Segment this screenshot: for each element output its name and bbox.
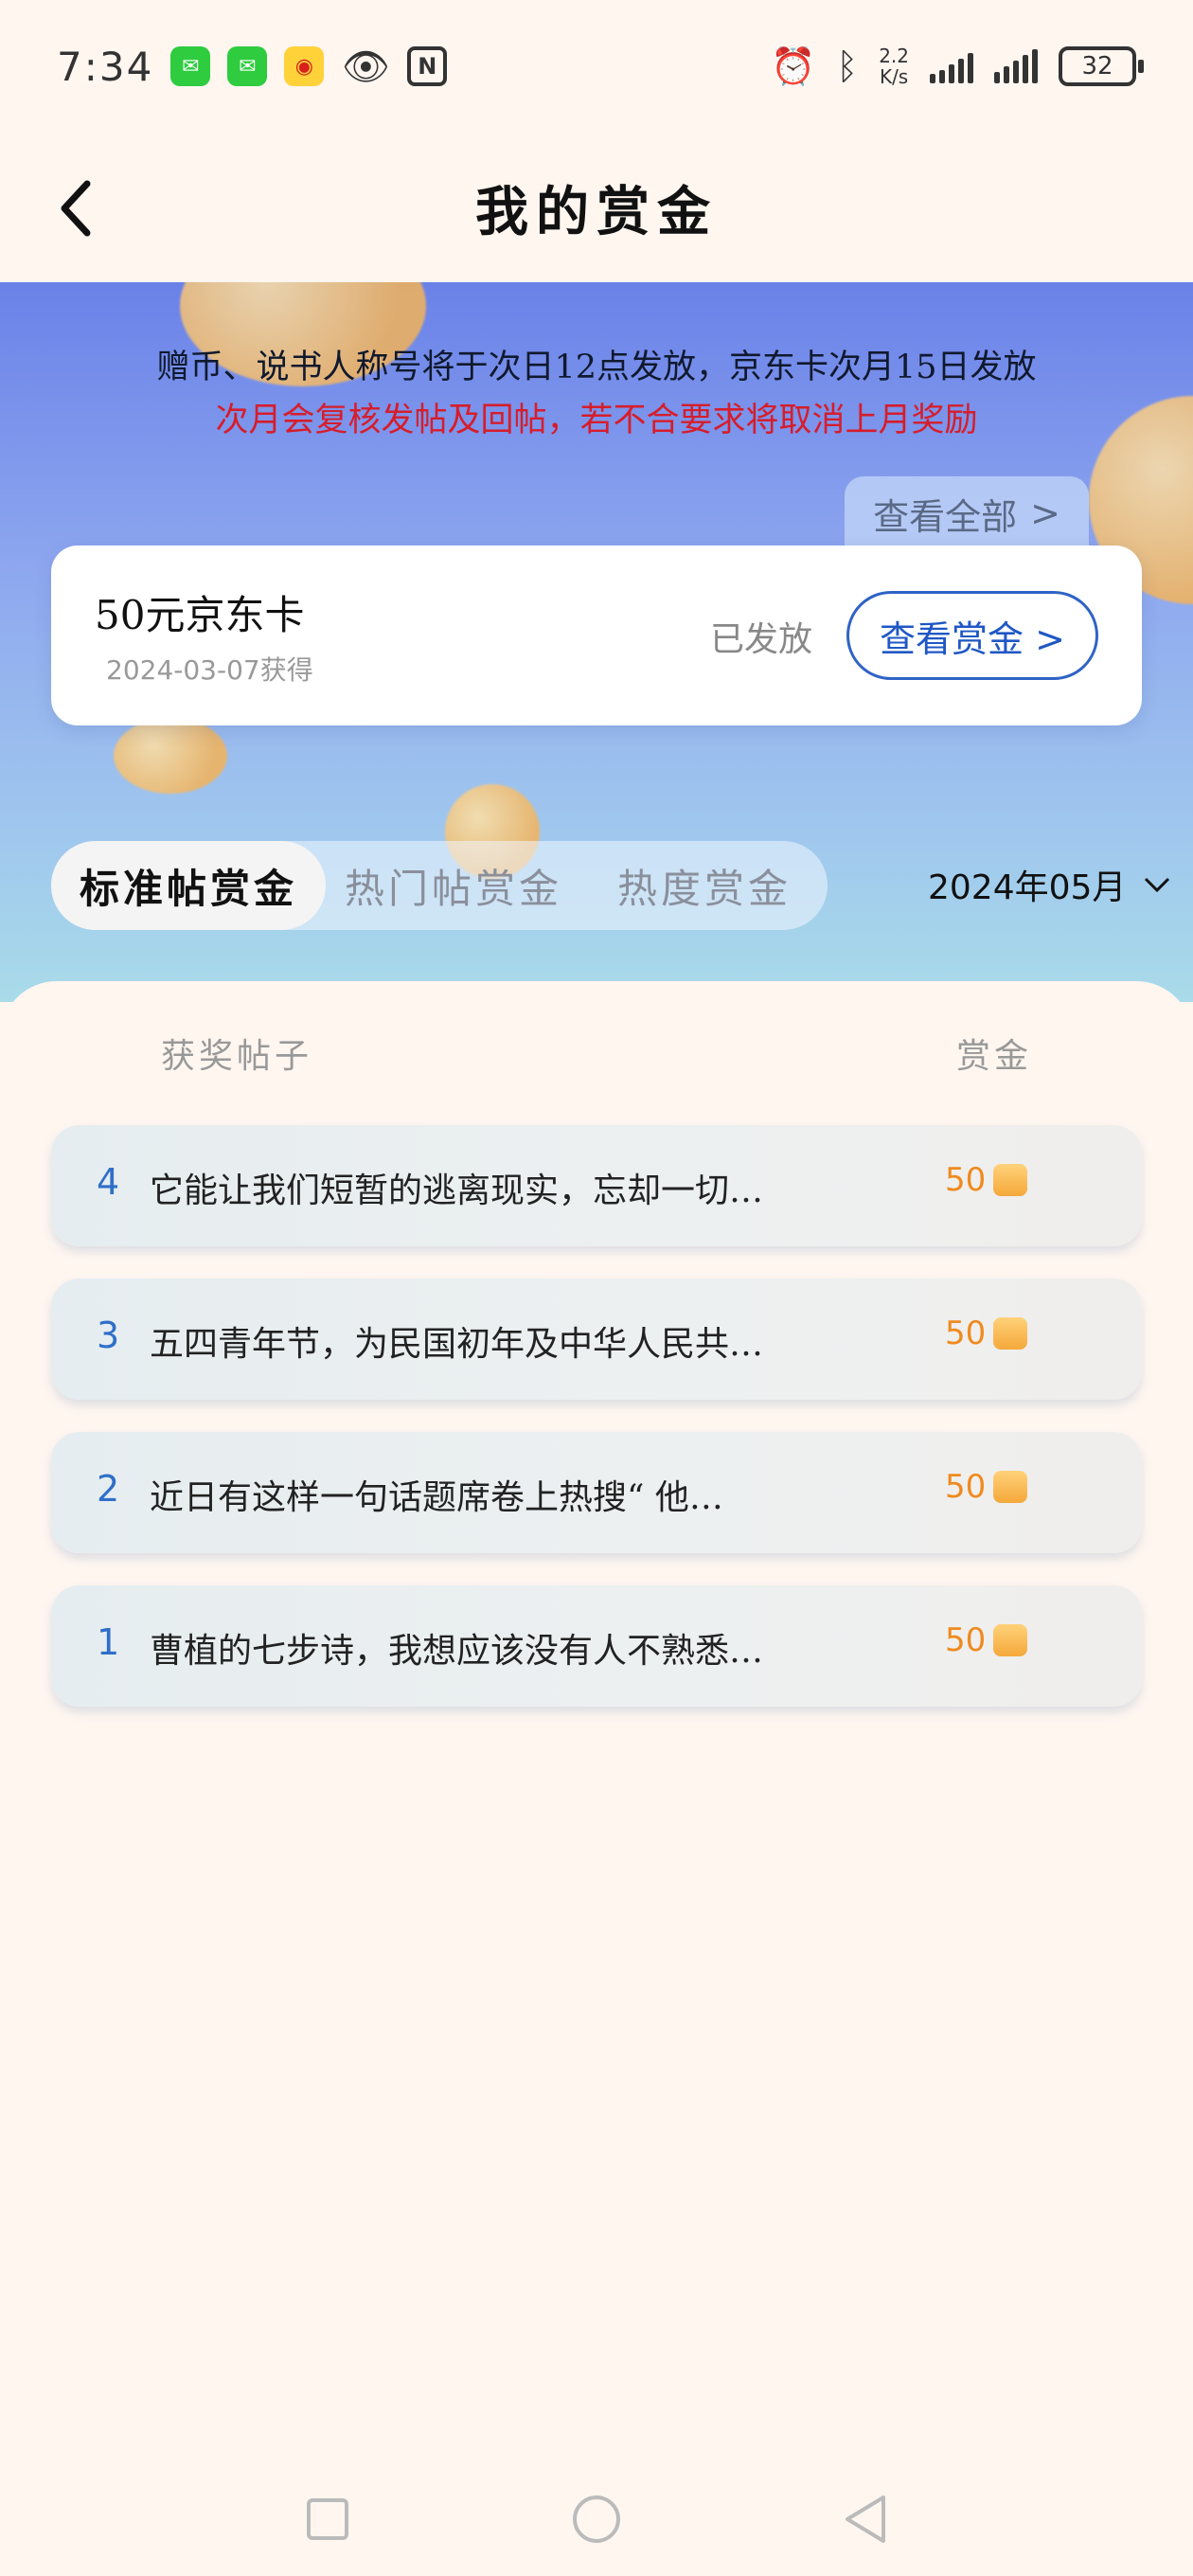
post-amount: 50 xyxy=(945,1621,1028,1659)
post-title: 五四青年节，为民国初年及中华人民共… xyxy=(150,1325,764,1364)
chevron-down-icon xyxy=(1145,877,1170,893)
view-all-label: 查看全部 xyxy=(873,495,1018,538)
back-button[interactable] xyxy=(47,170,104,246)
column-header-amount: 赏金 xyxy=(956,1037,1033,1076)
chevron-right-icon: > xyxy=(1030,492,1060,534)
signal-icon xyxy=(994,49,1038,83)
month-select[interactable]: 2024年05月 xyxy=(928,860,1171,909)
square-icon xyxy=(307,2498,348,2540)
view-bounty-button[interactable]: 查看赏金 > xyxy=(846,591,1098,680)
list-item[interactable]: 3 五四青年节，为民国初年及中华人民共… 50 xyxy=(51,1279,1142,1400)
nfc-icon: N xyxy=(407,46,448,86)
tab-hot-post-bounty[interactable]: 热门帖赏金 xyxy=(326,841,581,930)
post-amount: 50 xyxy=(945,1161,1028,1199)
app-header: 我的赏金 xyxy=(0,133,1193,282)
amount-value: 50 xyxy=(945,1468,987,1506)
system-nav-bar xyxy=(0,2462,1193,2576)
battery-icon: 32 xyxy=(1059,46,1144,86)
amount-value: 50 xyxy=(945,1161,987,1199)
circle-icon xyxy=(573,2496,620,2543)
network-speed-unit: K/s xyxy=(879,65,909,88)
decorative-coin xyxy=(114,718,227,794)
coin-icon xyxy=(993,1624,1028,1656)
reward-date: 2024-03-07获得 xyxy=(106,654,313,686)
view-all-button[interactable]: 查看全部 > xyxy=(845,476,1089,550)
bluetooth-icon: ᛒ xyxy=(836,45,859,87)
post-rank: 1 xyxy=(97,1621,120,1663)
post-rank: 4 xyxy=(97,1161,120,1203)
page-title: 我的赏金 xyxy=(475,180,718,243)
list-item[interactable]: 1 曹植的七步诗，我想应该没有人不熟悉… 50 xyxy=(51,1585,1142,1707)
notice-line-1: 赠币、说书人称号将于次日12点发放，京东卡次月15日发放 xyxy=(156,349,1037,386)
network-speed-value: 2.2 xyxy=(879,45,909,67)
wechat-icon: ✉ xyxy=(227,46,268,86)
post-title: 曹植的七步诗，我想应该没有人不熟悉… xyxy=(150,1632,764,1671)
list-item[interactable]: 4 它能让我们短暂的逃离现实，忘却一切… 50 xyxy=(51,1125,1142,1246)
status-time: 7:34 xyxy=(57,43,154,90)
tab-popularity-bounty[interactable]: 热度赏金 xyxy=(581,841,828,930)
home-button[interactable] xyxy=(566,2489,627,2549)
triangle-back-icon xyxy=(846,2496,885,2543)
coin-icon xyxy=(993,1471,1028,1503)
post-rank: 3 xyxy=(97,1315,120,1356)
recents-button[interactable] xyxy=(297,2489,358,2549)
status-bar: 7:34 ✉ ✉ ◉ 👁 N ⏰ ᛒ 2.2 K/s 32 xyxy=(0,0,1193,133)
amount-value: 50 xyxy=(945,1621,987,1659)
post-title: 它能让我们短暂的逃离现实，忘却一切… xyxy=(150,1172,764,1210)
reward-name: 50元京东卡 xyxy=(95,592,305,638)
tab-standard-post-bounty[interactable]: 标准帖赏金 xyxy=(51,841,326,930)
month-select-value: 2024年05月 xyxy=(928,868,1127,907)
weibo-icon: ◉ xyxy=(284,46,325,86)
post-title: 近日有这样一句话题席卷上热搜“ 他… xyxy=(150,1478,723,1517)
signal-icon xyxy=(930,49,973,83)
wechat-icon: ✉ xyxy=(170,46,211,86)
list-item[interactable]: 2 近日有这样一句话题席卷上热搜“ 他… 50 xyxy=(51,1432,1142,1553)
network-speed: 2.2 K/s xyxy=(879,45,909,87)
column-header-post: 获奖帖子 xyxy=(161,1037,313,1076)
reward-card: 50元京东卡 2024-03-07获得 已发放 查看赏金 > xyxy=(51,546,1142,725)
coin-icon xyxy=(993,1317,1028,1350)
alarm-icon: ⏰ xyxy=(771,45,816,87)
bounty-list-panel: 获奖帖子 赏金 4 它能让我们短暂的逃离现实，忘却一切… 50 3 五四青年节，… xyxy=(0,981,1193,2576)
reward-status: 已发放 xyxy=(710,620,813,659)
coin-icon xyxy=(993,1164,1028,1196)
post-amount: 50 xyxy=(945,1315,1028,1352)
chevron-left-icon xyxy=(61,180,91,237)
back-nav-button[interactable] xyxy=(835,2489,896,2549)
notice-line-2: 次月会复核发帖及回帖，若不合要求将取消上月奖励 xyxy=(215,402,978,439)
eye-icon: 👁 xyxy=(341,45,390,89)
hero-banner: 赠币、说书人称号将于次日12点发放，京东卡次月15日发放 次月会复核发帖及回帖，… xyxy=(0,282,1193,1002)
bounty-tabs: 标准帖赏金 热门帖赏金 热度赏金 xyxy=(51,841,828,930)
amount-value: 50 xyxy=(945,1315,987,1352)
post-amount: 50 xyxy=(945,1468,1028,1506)
post-rank: 2 xyxy=(97,1468,120,1510)
battery-level: 32 xyxy=(1081,52,1113,80)
notice-text: 赠币、说书人称号将于次日12点发放，京东卡次月15日发放 次月会复核发帖及回帖，… xyxy=(0,341,1193,447)
